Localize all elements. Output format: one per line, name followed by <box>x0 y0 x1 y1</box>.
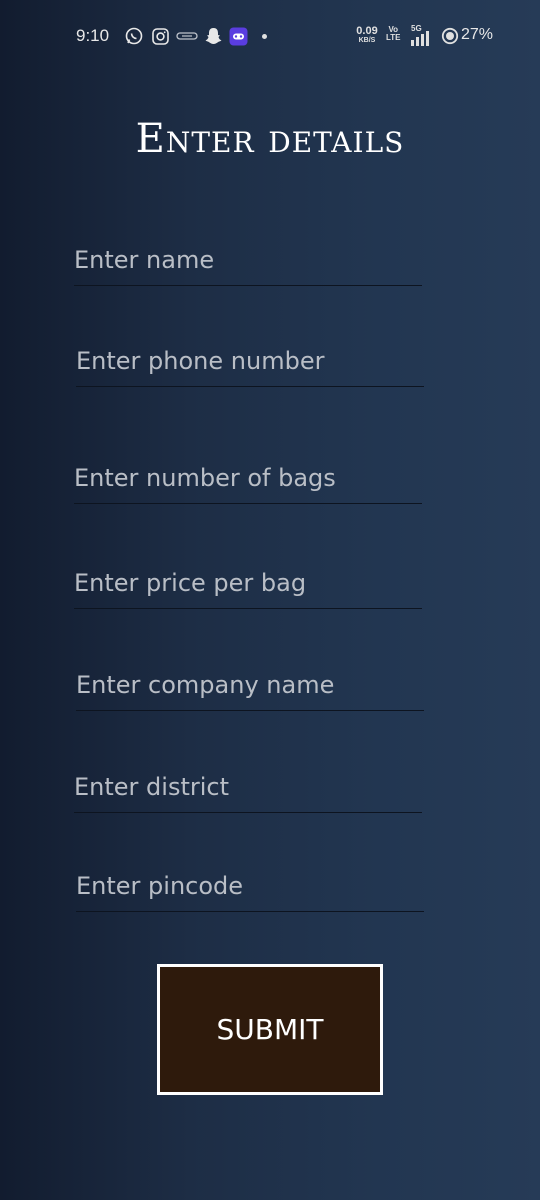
bags-field <box>74 459 422 504</box>
network-speed: 0.09 KB/S <box>354 25 380 45</box>
name-input[interactable] <box>74 241 422 285</box>
price-input[interactable] <box>74 564 422 608</box>
bags-input[interactable] <box>74 459 422 503</box>
network-speed-value: 0.09 <box>356 25 378 37</box>
pincode-input[interactable] <box>76 867 424 911</box>
volte-indicator: Vo LTE <box>386 26 401 42</box>
app-notification-icon <box>228 26 248 46</box>
page-title: Enter details <box>135 116 405 162</box>
district-input[interactable] <box>74 768 422 812</box>
link-icon <box>175 26 199 46</box>
submit-button[interactable]: SUBMIT <box>157 964 383 1095</box>
snapchat-icon <box>203 26 223 46</box>
volte-bottom: LTE <box>386 33 401 42</box>
battery-percent: 27% <box>461 26 494 43</box>
company-input[interactable] <box>76 666 424 710</box>
status-time: 9:10 <box>76 26 110 45</box>
status-bar: 9:10 0.09 KB/S Vo LTE 5G 27% <box>0 0 540 72</box>
dot-icon <box>262 34 267 39</box>
signal-icon <box>411 30 435 46</box>
name-field <box>74 241 422 286</box>
phone-input[interactable] <box>76 342 424 386</box>
phone-field <box>76 342 424 387</box>
price-field <box>74 564 422 609</box>
network-speed-unit: KB/S <box>358 37 376 44</box>
district-field <box>74 768 422 813</box>
whatsapp-icon <box>124 26 144 46</box>
pincode-field <box>76 867 424 912</box>
instagram-icon <box>150 26 170 46</box>
company-field <box>76 666 424 711</box>
battery-icon <box>440 26 460 46</box>
